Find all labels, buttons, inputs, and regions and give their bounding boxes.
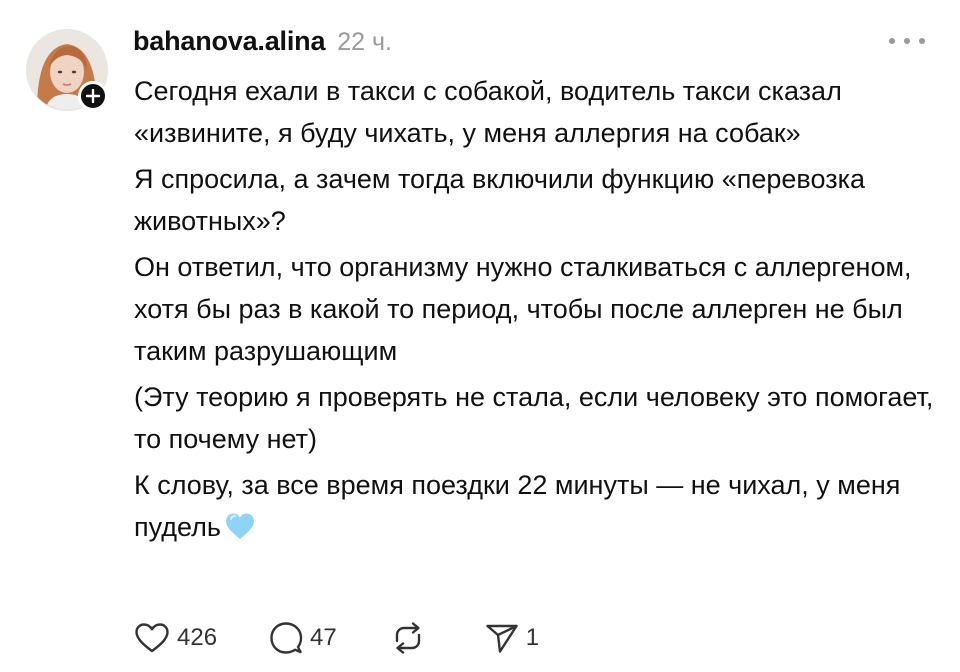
more-dot [919,38,925,44]
light-blue-heart-emoji [225,513,254,539]
heart-icon [135,623,169,653]
post-actions: 426 47 1 [134,618,539,658]
share-count: 1 [525,624,540,651]
reply-count: 47 [310,624,337,651]
more-dot [904,38,910,44]
post-paragraph-last: К слову, за все время поездки 22 минуты … [134,464,934,548]
more-dots-icon [889,38,895,44]
post-paragraph: Он ответил, что организму нужно сталкива… [134,252,912,366]
comment-icon [270,622,303,654]
share-button[interactable]: 1 [485,622,539,654]
post-header: bahanova.alina 22 ч. [133,26,392,58]
post-paragraph: Сегодня ехали в такси с собакой, водител… [134,76,842,148]
post-body: Сегодня ехали в такси с собакой, водител… [134,70,934,552]
repost-button[interactable] [389,621,427,655]
more-options-button[interactable] [889,34,925,48]
plus-icon [86,89,100,103]
follow-button[interactable] [78,81,108,111]
post-timestamp: 22 ч. [337,28,392,56]
post-paragraph: (Эту теорию я проверять не стала, если ч… [134,382,934,454]
like-button[interactable]: 426 [134,622,217,654]
thread-post: bahanova.alina 22 ч. Сегодня ехали в так… [0,0,960,672]
send-icon [486,624,518,653]
repost-icon [395,622,420,654]
like-count: 426 [177,624,218,651]
reply-button[interactable]: 47 [269,621,337,655]
avatar-container[interactable] [26,29,108,111]
post-paragraph: Я спросила, а зачем тогда включили функц… [134,164,865,236]
username-link[interactable]: bahanova.alina [133,26,325,57]
